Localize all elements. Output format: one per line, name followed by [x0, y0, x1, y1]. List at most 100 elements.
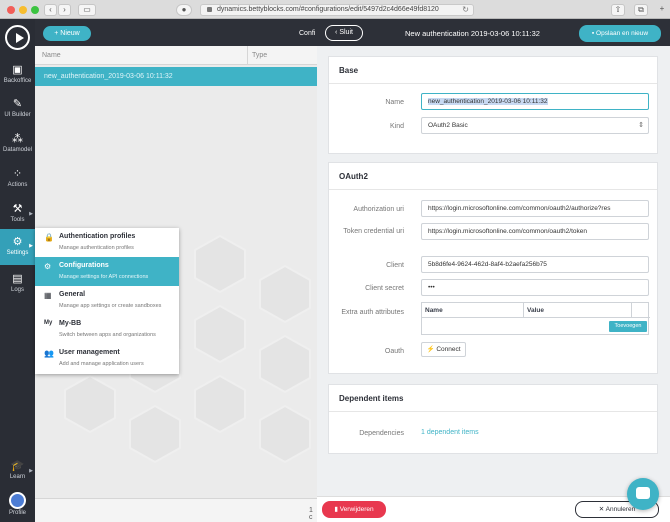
divider: [329, 83, 657, 84]
client-secret-input[interactable]: •••: [421, 279, 649, 296]
column-header-type[interactable]: Type: [252, 52, 267, 59]
menu-item-title: My-BB: [59, 320, 82, 327]
minimize-window-icon[interactable]: [19, 6, 27, 14]
token-credential-uri-input[interactable]: https://login.microsoftonline.com/common…: [421, 223, 649, 240]
menu-item-configurations[interactable]: ⚙ Configurations Manage settings for API…: [35, 257, 179, 286]
new-button[interactable]: + Nieuw: [43, 26, 91, 41]
sidebar-item-label: Datamodel: [2, 147, 32, 153]
close-window-icon[interactable]: [7, 6, 15, 14]
table-row[interactable]: new_authentication_2019-03-06 10:11:32: [35, 67, 317, 86]
section-heading: Base: [339, 66, 359, 75]
client-label: Client: [386, 262, 404, 269]
list-header: Name Type: [35, 46, 317, 65]
shield-icon[interactable]: ●: [176, 4, 192, 16]
betty-logo-play-icon[interactable]: [5, 25, 30, 50]
sidebar-item-tools[interactable]: ⚒ Tools ▶: [0, 197, 35, 231]
tabs-icon[interactable]: ⧉: [634, 4, 648, 16]
reload-icon[interactable]: ↻: [462, 5, 469, 15]
connect-button[interactable]: ⚡ Connect: [421, 342, 466, 357]
sidebar-item-logs[interactable]: ▤ Logs: [0, 267, 35, 301]
plug-icon: ⚡: [426, 346, 435, 353]
sidebar-item-label: Profile: [8, 510, 26, 516]
avatar[interactable]: [9, 492, 26, 509]
menu-item-user-management[interactable]: 👥 User management Add and manage applica…: [35, 344, 179, 373]
name-input[interactable]: new_authentication_2019-03-06 10:11:32: [421, 93, 649, 110]
menu-item-subtitle: Manage app settings or create sandboxes: [59, 303, 162, 309]
column-header-name[interactable]: Name: [42, 52, 61, 59]
sidebar-item-learn[interactable]: 🎓 Learn ▶: [0, 454, 35, 488]
add-attribute-button[interactable]: Toevoegen: [609, 321, 647, 332]
sidebar-item-profile[interactable]: Profile: [0, 509, 35, 521]
ui-builder-icon: ✎: [12, 98, 23, 110]
chevron-right-icon: ▶: [29, 211, 33, 217]
sidebar-item-actions[interactable]: ⁘ Actions: [0, 162, 35, 196]
save-and-new-button[interactable]: ▪ Opslaan en nieuw: [579, 25, 661, 42]
zoom-window-icon[interactable]: [31, 6, 39, 14]
token-credential-uri-label: Token credential uri: [343, 228, 404, 235]
sidebar-item-label: Logs: [10, 287, 24, 293]
sidebar-item-backoffice[interactable]: ▣ Backoffice: [0, 58, 35, 92]
action-footer: ▮ Verwijderen ✕ Annuleren: [317, 496, 670, 522]
menu-item-subtitle: Manage authentication profiles: [59, 245, 134, 251]
chevron-right-icon: ▶: [29, 243, 33, 249]
oauth2-section: OAuth2 Authorization uri https://login.m…: [328, 162, 658, 374]
url-text: dynamics.bettyblocks.com/#configurations…: [217, 6, 439, 13]
settings-menu: 🔒 Authentication profiles Manage authent…: [35, 228, 179, 374]
delete-label: Verwijderen: [339, 506, 374, 513]
backoffice-icon: ▣: [12, 64, 23, 76]
chat-widget-icon[interactable]: [627, 478, 659, 510]
new-tab-icon[interactable]: +: [656, 4, 668, 16]
share-icon[interactable]: ⇧: [611, 4, 625, 16]
name-value: new_authentication_2019-03-06 10:11:32: [428, 98, 548, 105]
connect-label: Connect: [436, 346, 461, 353]
kind-select[interactable]: OAuth2 Basic ⇕: [421, 117, 649, 134]
dependencies-label: Dependencies: [359, 430, 404, 437]
authorization-uri-label: Authorization uri: [353, 206, 404, 213]
sidebar-item-ui-builder[interactable]: ✎ UI Builder: [0, 92, 35, 126]
back-icon[interactable]: ‹: [44, 4, 57, 16]
extra-auth-attributes-table: Name Value Toevoegen: [421, 302, 650, 335]
menu-item-subtitle: Add and manage application users: [59, 361, 144, 367]
menu-item-title: Authentication profiles: [59, 233, 136, 240]
page-title: New authentication 2019-03-06 10:11:32: [405, 29, 540, 38]
sidebar-item-label: Settings: [6, 250, 29, 256]
column-header-actions: [632, 303, 650, 318]
close-button[interactable]: ‹ Sluit: [325, 25, 363, 41]
sidebar-item-datamodel[interactable]: ⁂ Datamodel: [0, 127, 35, 161]
address-bar[interactable]: dynamics.bettyblocks.com/#configurations…: [200, 4, 474, 16]
menu-item-authentication-profiles[interactable]: 🔒 Authentication profiles Manage authent…: [35, 228, 179, 257]
extra-auth-attributes-label: Extra auth attributes: [341, 309, 404, 316]
forward-icon[interactable]: ›: [58, 4, 71, 16]
sidebar-item-label: Actions: [7, 182, 28, 188]
datamodel-icon: ⁂: [12, 133, 23, 145]
sidebar-item-label: UI Builder: [4, 112, 31, 118]
list-footer: 1 c: [35, 498, 317, 522]
configurations-heading: Confi: [299, 30, 316, 37]
menu-item-title: User management: [59, 349, 120, 356]
app-header: + Nieuw Confi ‹ Sluit New authentication…: [35, 19, 670, 46]
actions-icon: ⁘: [12, 168, 23, 180]
grid-icon: ▦: [44, 291, 52, 300]
kind-label: Kind: [389, 123, 404, 130]
sidebar-item-label: Backoffice: [3, 78, 32, 84]
lock-icon: 🔒: [44, 233, 54, 242]
browser-toolbar: ‹ › ▭ ● dynamics.bettyblocks.com/#config…: [0, 0, 670, 19]
delete-button[interactable]: ▮ Verwijderen: [322, 501, 386, 518]
dependencies-link[interactable]: 1 dependent items: [421, 429, 479, 436]
select-arrows-icon: ⇕: [638, 122, 644, 129]
sidebar-item-settings[interactable]: ⚙ Settings ▶: [0, 229, 35, 265]
menu-item-general[interactable]: ▦ General Manage app settings or create …: [35, 286, 179, 315]
base-section: Base Name new_authentication_2019-03-06 …: [328, 56, 658, 154]
column-header-value: Value: [524, 303, 632, 318]
menu-item-my-bb[interactable]: My My-BB Switch between apps and organiz…: [35, 315, 179, 344]
client-input[interactable]: 5b8d6fe4-9624-462d-8af4-b2aefa256b75: [421, 256, 649, 273]
menu-item-subtitle: Manage settings for API connections: [59, 274, 149, 280]
my-bb-icon: My: [44, 320, 53, 326]
close-icon: ✕: [598, 506, 606, 513]
column-divider: [247, 46, 248, 65]
chevron-right-icon: ▶: [29, 468, 33, 474]
main-sidebar: ▣ Backoffice ✎ UI Builder ⁂ Datamodel ⁘ …: [0, 19, 35, 522]
sidebar-toggle-icon[interactable]: ▭: [78, 4, 96, 16]
authorization-uri-input[interactable]: https://login.microsoftonline.com/common…: [421, 200, 649, 217]
client-secret-label: Client secret: [365, 285, 404, 292]
